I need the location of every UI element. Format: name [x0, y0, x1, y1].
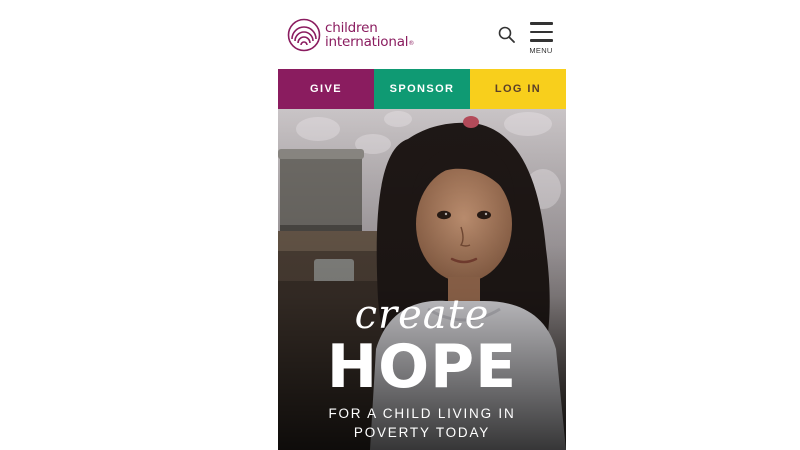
brand-logo-link[interactable]: children international®	[287, 18, 414, 52]
hero-headline-hope: HOPE	[326, 332, 518, 402]
registered-mark: ®	[408, 40, 415, 47]
brand-name-line2: international®	[325, 35, 414, 49]
brand-name: children international®	[325, 21, 414, 49]
search-icon	[498, 26, 515, 43]
menu-button[interactable]: MENU	[526, 22, 556, 56]
mobile-viewport: children international® MENU GIVE SPONSO…	[278, 0, 566, 450]
give-button[interactable]: GIVE	[278, 69, 374, 109]
login-button[interactable]: LOG IN	[470, 69, 566, 109]
brand-name-line2-text: international	[325, 34, 409, 50]
cta-bar: GIVE SPONSOR LOG IN	[278, 69, 566, 109]
hero-tagline: FOR A CHILD LIVING IN POVERTY TODAY	[278, 404, 566, 442]
hero-tagline-line1: FOR A CHILD LIVING IN	[328, 406, 516, 421]
hamburger-icon	[526, 22, 556, 42]
site-header: children international® MENU	[278, 0, 566, 69]
brand-name-line1: children	[325, 20, 378, 36]
hero-banner[interactable]: create HOPE FOR A CHILD LIVING IN POVERT…	[278, 109, 566, 450]
search-button[interactable]	[497, 25, 517, 45]
menu-label: MENU	[529, 45, 553, 55]
hero-tagline-line2: POVERTY TODAY	[353, 425, 491, 440]
sponsor-button[interactable]: SPONSOR	[374, 69, 470, 109]
hero-headline-create: create	[354, 292, 490, 338]
concentric-arcs-logo-icon	[287, 18, 321, 52]
